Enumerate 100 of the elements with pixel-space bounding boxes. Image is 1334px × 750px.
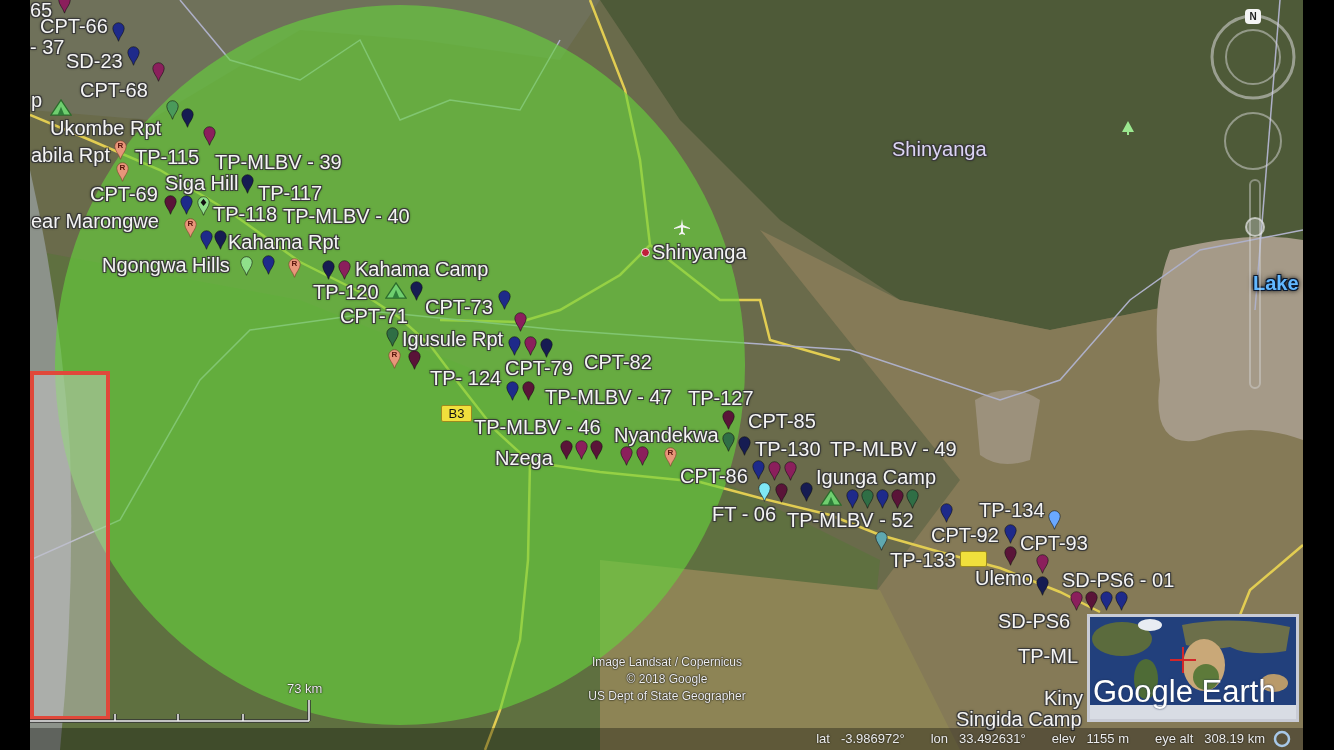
placemark-label: CPT-85: [748, 411, 816, 431]
placemark-label: - 37: [30, 37, 65, 57]
repeater-marker[interactable]: R: [116, 162, 129, 182]
placemark-label: TP-MLBV - 49: [830, 439, 957, 459]
placemark-label: Singida Camp: [956, 709, 1082, 729]
map-pin-icon[interactable]: [322, 260, 335, 280]
map-pin-icon[interactable]: [775, 483, 788, 503]
coordinate-label: lat: [816, 731, 830, 747]
placemark-label: TP-MLBV - 46: [474, 417, 601, 437]
map-pin-icon[interactable]: [522, 381, 535, 401]
road-shield-icon: [960, 551, 987, 567]
scale-label: 73 km: [287, 681, 323, 696]
map-pin-icon[interactable]: [540, 338, 553, 358]
placemark-label: Siga Hill: [165, 173, 239, 193]
placemark-label: TP-ML: [1018, 646, 1078, 666]
overview-map[interactable]: Google Earth: [1087, 614, 1299, 722]
map-pin-icon[interactable]: [506, 381, 519, 401]
map-pin-icon[interactable]: [181, 108, 194, 128]
repeater-marker[interactable]: R: [664, 447, 677, 467]
map-pin-icon[interactable]: [560, 440, 573, 460]
placemark-label: CPT-68: [80, 80, 148, 100]
tent-icon[interactable]: [385, 282, 407, 299]
slider-thumb[interactable]: [1245, 217, 1265, 237]
placemark-label: TP-120: [313, 282, 379, 302]
placemark-label: TP-115: [135, 147, 200, 167]
placemark-label: TP-134: [979, 500, 1045, 520]
airplane-icon: [674, 219, 690, 235]
placemark-label: p: [31, 90, 43, 110]
placemark-label: abila Rpt: [31, 145, 110, 165]
placemark-label: CPT-71: [340, 306, 408, 326]
repeater-marker[interactable]: R: [288, 258, 301, 278]
map-pin-icon[interactable]: [408, 350, 421, 370]
placemark-label: Kahama Camp: [355, 259, 489, 279]
placemark-label: CPT-69: [90, 184, 158, 204]
placemark-label: CPT-82: [584, 352, 652, 372]
imagery-credit: © 2018 Google: [626, 671, 708, 688]
coordinate-label: elev: [1051, 731, 1076, 747]
placemark-label: SD-23: [66, 51, 123, 71]
road-shield: B3: [441, 405, 472, 422]
repeater-marker[interactable]: R: [114, 140, 127, 160]
placemark-label: TP-MLBV - 47: [545, 387, 672, 407]
placemark-label: TP-117: [258, 183, 323, 203]
ring-icon: [1273, 730, 1291, 748]
map-pin-icon[interactable]: [241, 174, 254, 194]
map-pin-icon[interactable]: [758, 482, 771, 502]
imagery-credit: Image Landsat / Copernicus: [591, 654, 743, 671]
tent-icon[interactable]: [820, 489, 842, 506]
app-logo: Google Earth: [1093, 674, 1276, 710]
placemark-label: CPT-86: [680, 466, 748, 486]
map-pin-icon[interactable]: [508, 336, 521, 356]
coordinate-value: -3.986972°: [840, 731, 905, 747]
placemark-label: TP-133: [890, 550, 956, 570]
placemark-label: TP- 124: [430, 368, 502, 388]
map-pin-icon[interactable]: [214, 230, 227, 250]
place-name-label: Shinyanga: [892, 139, 987, 159]
map-pin-icon[interactable]: [722, 410, 735, 430]
place-name-label: Shinyanga: [652, 242, 747, 262]
map-pin-icon[interactable]: [262, 255, 275, 275]
placemark-label: CPT-92: [931, 525, 999, 545]
placemark-label: TP-MLBV - 40: [283, 206, 410, 226]
look-joystick[interactable]: [1223, 111, 1283, 171]
placemark-label: Igusule Rpt: [402, 329, 504, 349]
placemark-label: Igunga Camp: [816, 467, 937, 487]
placemark-label: CPT-79: [505, 358, 573, 378]
coordinate-value: 1155 m: [1086, 731, 1129, 747]
map-pin-icon[interactable]: [180, 195, 193, 215]
placemark-label: FT - 06: [712, 504, 777, 524]
crosshair-icon: [1170, 647, 1196, 673]
placemark-label: Ngongwa Hills: [102, 255, 230, 275]
coordinate-value: 33.492631°: [959, 731, 1026, 747]
map-pin-icon[interactable]: [498, 290, 511, 310]
placemark-label: CPT-93: [1020, 533, 1088, 553]
tree-icon[interactable]: [1122, 121, 1134, 135]
placemark-label: CPT-73: [425, 297, 493, 317]
coordinate-label: eye alt: [1155, 731, 1194, 747]
town-dot-icon: [641, 248, 650, 257]
placemark-label: Kiny: [1044, 688, 1083, 708]
placemark-label: TP-130: [755, 439, 821, 459]
coordinate-value: 308.19 km: [1204, 731, 1265, 747]
imagery-credit: US Dept of State Geographer: [588, 688, 746, 705]
placemark-label: TP-127: [688, 388, 754, 408]
placemark-label: TP-MLBV - 39: [215, 152, 342, 172]
placemark-label: Nyandekwa: [614, 425, 719, 445]
placemark-label: Ulemo: [975, 568, 1033, 588]
map-pin-icon[interactable]: [200, 230, 213, 250]
placemark-label: SD-PS6 - 01: [1062, 570, 1175, 590]
place-name-label: Lake: [1253, 273, 1299, 293]
placemark-label: Kahama Rpt: [228, 232, 340, 252]
repeater-marker[interactable]: R: [388, 349, 401, 369]
placemark-label: TP-118: [213, 204, 278, 224]
tent-icon[interactable]: [50, 99, 72, 116]
map-pin-icon[interactable]: [410, 281, 423, 301]
placemark-label: ear Marongwe: [31, 211, 159, 231]
repeater-marker[interactable]: R: [184, 218, 197, 238]
map-pin-icon[interactable]: [1085, 591, 1098, 611]
map-pin-icon[interactable]: [197, 196, 210, 216]
map-pin-icon[interactable]: [590, 440, 603, 460]
map-pin-icon[interactable]: [1036, 576, 1049, 596]
map-pin-icon[interactable]: [514, 312, 527, 332]
map-pin-icon[interactable]: [164, 195, 177, 215]
